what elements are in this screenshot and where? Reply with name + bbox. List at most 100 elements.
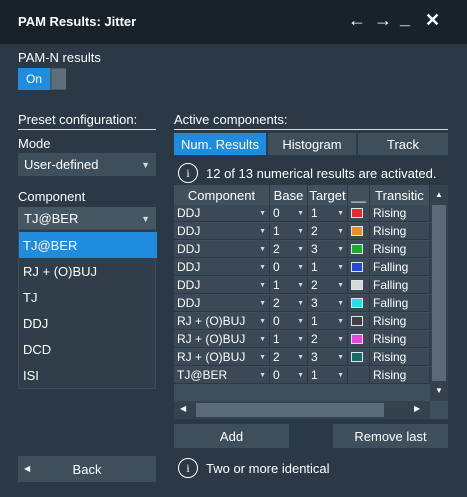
tab-num-results[interactable]: Num. Results: [174, 133, 266, 155]
color-swatch[interactable]: [351, 298, 363, 308]
cell-component[interactable]: TJ@BER ▼: [174, 367, 270, 384]
cell-component[interactable]: DDJ ▼: [174, 205, 270, 222]
cell-base[interactable]: 2 ▼: [270, 349, 308, 366]
cell-transition[interactable]: Rising: [370, 349, 430, 366]
scroll-left-icon[interactable]: ◀: [180, 404, 186, 413]
vertical-scrollbar[interactable]: ▲ ▼: [430, 185, 448, 401]
chevron-down-icon[interactable]: ▼: [297, 282, 304, 289]
cell-base[interactable]: 0 ▼: [270, 313, 308, 330]
cell-transition[interactable]: Rising: [370, 223, 430, 240]
cell-component[interactable]: DDJ ▼: [174, 295, 270, 312]
dropdown-option-isi[interactable]: ISI: [19, 362, 157, 388]
cell-target[interactable]: 2 ▼: [308, 223, 348, 240]
scroll-down-icon[interactable]: ▼: [435, 386, 443, 395]
chevron-down-icon[interactable]: ▼: [259, 264, 266, 271]
chevron-down-icon[interactable]: ▼: [337, 318, 344, 325]
column-header-target[interactable]: Target: [308, 185, 348, 205]
table-row[interactable]: DDJ ▼ 2 ▼ 3 ▼ Rising: [174, 241, 430, 259]
add-button[interactable]: Add: [174, 424, 289, 448]
arrow-left-icon[interactable]: ←: [348, 10, 366, 31]
cell-transition[interactable]: Rising: [370, 331, 430, 348]
chevron-down-icon[interactable]: ▼: [337, 354, 344, 361]
chevron-down-icon[interactable]: ▼: [297, 336, 304, 343]
cell-color[interactable]: [348, 367, 370, 384]
vertical-scroll-thumb[interactable]: [432, 205, 446, 381]
cell-component[interactable]: RJ + (O)BUJ ▼: [174, 331, 270, 348]
chevron-down-icon[interactable]: ▼: [297, 228, 304, 235]
chevron-down-icon[interactable]: ▼: [259, 210, 266, 217]
tab-histogram[interactable]: Histogram: [268, 133, 356, 155]
color-swatch[interactable]: [351, 208, 363, 218]
chevron-down-icon[interactable]: ▼: [259, 300, 266, 307]
tab-track[interactable]: Track: [358, 133, 448, 155]
dropdown-option-rj-obuj[interactable]: RJ + (O)BUJ: [19, 258, 157, 284]
color-swatch[interactable]: [351, 262, 363, 272]
cell-transition[interactable]: Falling: [370, 277, 430, 294]
cell-color[interactable]: [348, 241, 370, 258]
chevron-down-icon[interactable]: ▼: [259, 282, 266, 289]
cell-transition[interactable]: Rising: [370, 367, 430, 384]
chevron-down-icon[interactable]: ▼: [337, 300, 344, 307]
dropdown-option-tj-ber[interactable]: TJ@BER: [19, 232, 157, 258]
cell-target[interactable]: 3 ▼: [308, 349, 348, 366]
cell-base[interactable]: 2 ▼: [270, 295, 308, 312]
scroll-right-icon[interactable]: ▶: [414, 404, 420, 413]
color-swatch[interactable]: [351, 280, 363, 290]
component-select[interactable]: TJ@BER ▼: [18, 207, 156, 229]
cell-base[interactable]: 1 ▼: [270, 331, 308, 348]
cell-target[interactable]: 1 ▼: [308, 205, 348, 222]
remove-last-button[interactable]: Remove last: [333, 424, 448, 448]
cell-color[interactable]: [348, 349, 370, 366]
cell-target[interactable]: 3 ▼: [308, 295, 348, 312]
horizontal-scroll-thumb[interactable]: [196, 403, 384, 417]
chevron-down-icon[interactable]: ▼: [297, 318, 304, 325]
chevron-down-icon[interactable]: ▼: [297, 300, 304, 307]
cell-transition[interactable]: Falling: [370, 259, 430, 276]
cell-base[interactable]: 0 ▼: [270, 259, 308, 276]
chevron-down-icon[interactable]: ▼: [259, 372, 266, 379]
cell-component[interactable]: DDJ ▼: [174, 241, 270, 258]
cell-color[interactable]: [348, 313, 370, 330]
cell-target[interactable]: 3 ▼: [308, 241, 348, 258]
column-header-base[interactable]: Base: [270, 185, 308, 205]
chevron-down-icon[interactable]: ▼: [297, 210, 304, 217]
chevron-down-icon[interactable]: ▼: [297, 354, 304, 361]
cell-transition[interactable]: Falling: [370, 295, 430, 312]
chevron-down-icon[interactable]: ▼: [337, 210, 344, 217]
chevron-down-icon[interactable]: ▼: [259, 336, 266, 343]
cell-component[interactable]: RJ + (O)BUJ ▼: [174, 349, 270, 366]
mode-select[interactable]: User-defined ▼: [18, 153, 156, 176]
scroll-up-icon[interactable]: ▲: [435, 190, 443, 199]
cell-color[interactable]: [348, 223, 370, 240]
cell-transition[interactable]: Rising: [370, 241, 430, 258]
table-row[interactable]: DDJ ▼ 2 ▼ 3 ▼ Falling: [174, 295, 430, 313]
table-row[interactable]: DDJ ▼ 1 ▼ 2 ▼ Rising: [174, 223, 430, 241]
chevron-down-icon[interactable]: ▼: [337, 336, 344, 343]
table-row[interactable]: RJ + (O)BUJ ▼ 0 ▼ 1 ▼ Rising: [174, 313, 430, 331]
back-button[interactable]: ◀ Back: [18, 456, 156, 482]
cell-component[interactable]: DDJ ▼: [174, 259, 270, 276]
column-header-color[interactable]: __: [348, 185, 370, 205]
cell-transition[interactable]: Rising: [370, 313, 430, 330]
table-row[interactable]: RJ + (O)BUJ ▼ 1 ▼ 2 ▼ Rising: [174, 331, 430, 349]
chevron-down-icon[interactable]: ▼: [337, 264, 344, 271]
color-swatch[interactable]: [351, 226, 363, 236]
cell-color[interactable]: [348, 277, 370, 294]
color-swatch[interactable]: [351, 334, 363, 344]
chevron-down-icon[interactable]: ▼: [337, 372, 344, 379]
minimize-icon[interactable]: _: [400, 8, 410, 29]
cell-target[interactable]: 1 ▼: [308, 367, 348, 384]
cell-color[interactable]: [348, 331, 370, 348]
cell-component[interactable]: RJ + (O)BUJ ▼: [174, 313, 270, 330]
table-row[interactable]: DDJ ▼ 0 ▼ 1 ▼ Rising: [174, 205, 430, 223]
chevron-down-icon[interactable]: ▼: [297, 264, 304, 271]
pam-results-toggle[interactable]: On: [18, 68, 66, 90]
table-row[interactable]: DDJ ▼ 1 ▼ 2 ▼ Falling: [174, 277, 430, 295]
cell-base[interactable]: 0 ▼: [270, 367, 308, 384]
color-swatch[interactable]: [351, 244, 363, 254]
table-row[interactable]: DDJ ▼ 0 ▼ 1 ▼ Falling: [174, 259, 430, 277]
chevron-down-icon[interactable]: ▼: [297, 246, 304, 253]
dropdown-option-dcd[interactable]: DCD: [19, 336, 157, 362]
chevron-down-icon[interactable]: ▼: [259, 354, 266, 361]
cell-color[interactable]: [348, 259, 370, 276]
